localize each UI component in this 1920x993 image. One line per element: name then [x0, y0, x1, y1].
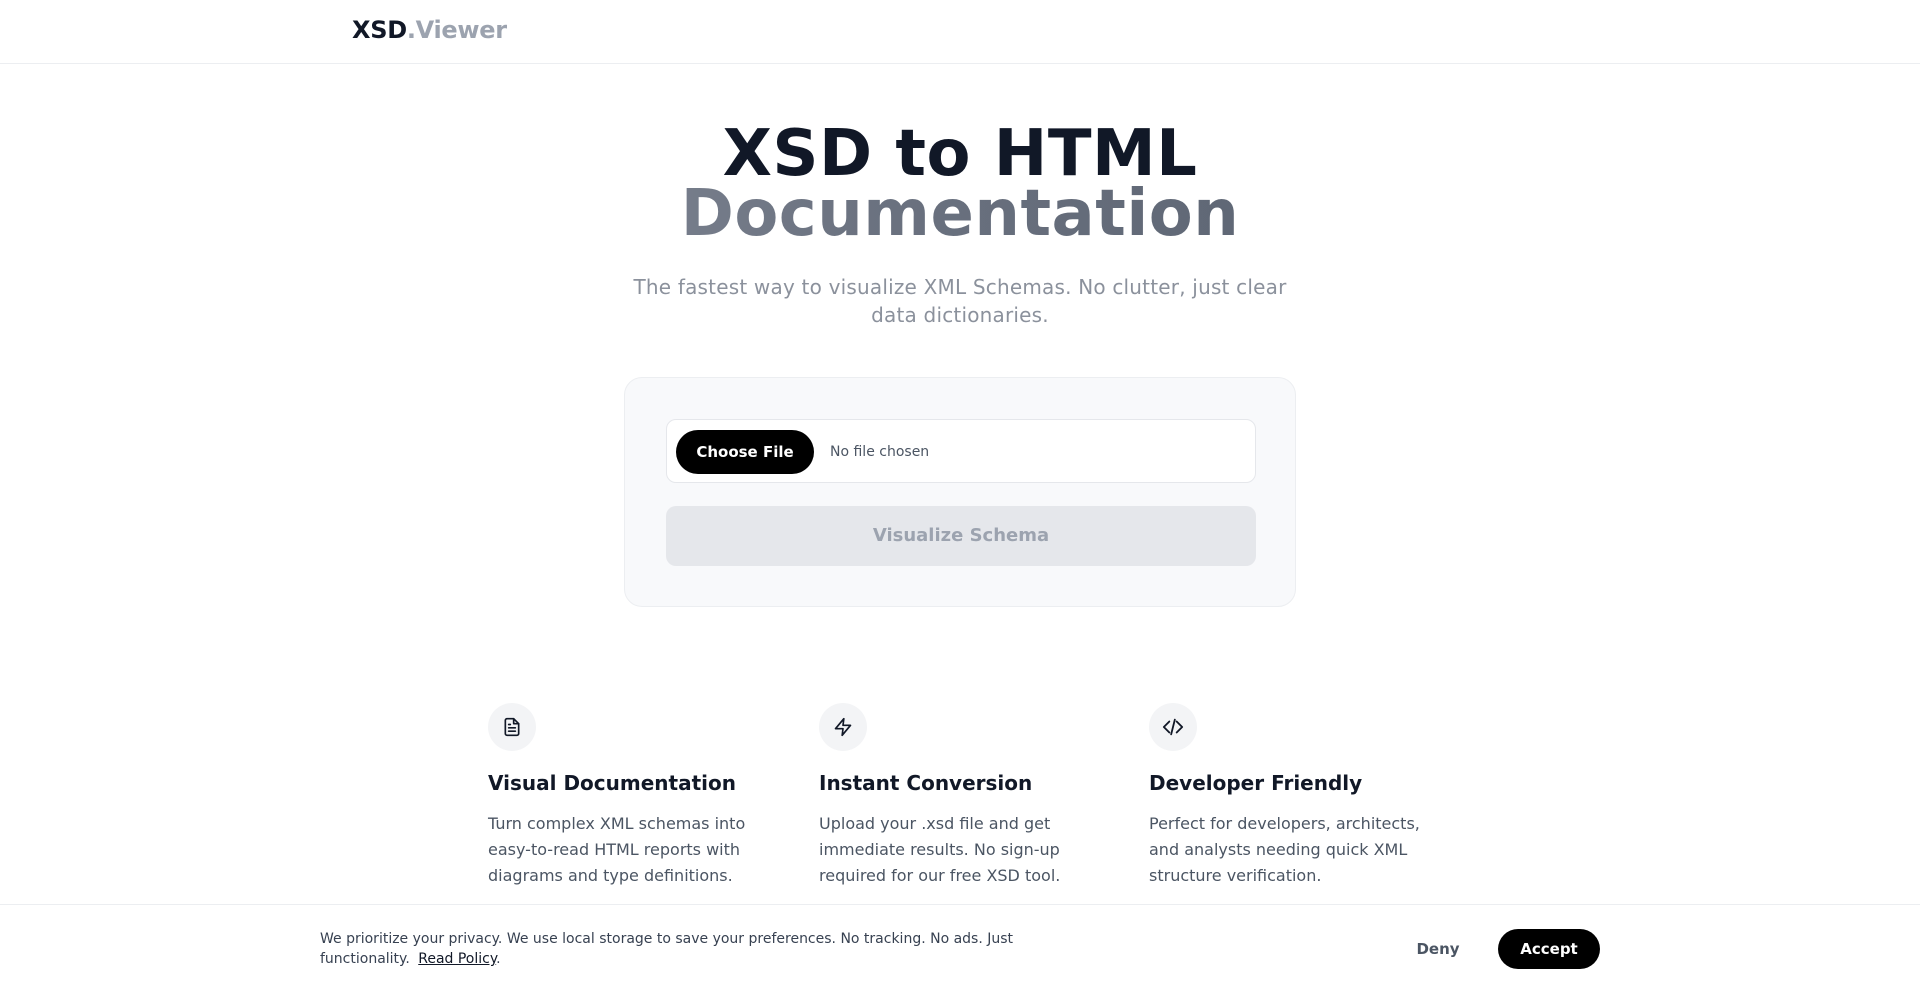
read-policy-link[interactable]: Read Policy	[418, 951, 496, 967]
cookie-message: We prioritize your privacy. We use local…	[320, 929, 1040, 969]
hero-title: XSD to HTML Documentation	[0, 117, 1920, 246]
hero-title-line1: XSD to HTML	[722, 117, 1198, 191]
feature-description: Upload your .xsd file and get immediate …	[819, 814, 1061, 885]
cookie-banner: We prioritize your privacy. We use local…	[0, 904, 1920, 993]
feature-icon-badge	[1149, 703, 1197, 751]
file-input[interactable]: Choose File No file chosen	[666, 419, 1256, 483]
logo-secondary-text: .Viewer	[406, 16, 507, 44]
file-text-icon	[504, 717, 520, 737]
file-status-text: No file chosen	[830, 444, 930, 460]
logo[interactable]: XSD.Viewer	[352, 16, 507, 44]
cookie-message-suffix: .	[496, 951, 501, 967]
choose-file-button[interactable]: Choose File	[676, 430, 814, 474]
feature-title: Visual Documentation	[488, 771, 736, 795]
deny-button[interactable]: Deny	[1400, 929, 1476, 969]
lightning-icon	[834, 717, 852, 737]
feature-instant-conversion: Instant Conversion Upload your .xsd file…	[819, 703, 1109, 889]
feature-visual-documentation: Visual Documentation Turn complex XML sc…	[488, 703, 778, 889]
logo-primary-text: XSD	[352, 16, 407, 44]
feature-title: Developer Friendly	[1149, 771, 1363, 795]
feature-icon-badge	[819, 703, 867, 751]
feature-description: Perfect for developers, architects, and …	[1149, 814, 1420, 885]
feature-title: Instant Conversion	[819, 771, 1033, 795]
hero-subtitle: The fastest way to visualize XML Schemas…	[633, 275, 1287, 327]
hero-title-line2: Documentation	[0, 182, 1920, 246]
visualize-schema-button[interactable]: Visualize Schema	[666, 506, 1256, 566]
site-header: XSD.Viewer	[0, 0, 1920, 64]
accept-button[interactable]: Accept	[1498, 929, 1600, 969]
feature-icon-badge	[488, 703, 536, 751]
code-icon	[1162, 718, 1184, 736]
upload-card: Choose File No file chosen Visualize Sch…	[624, 377, 1296, 607]
feature-developer-friendly: Developer Friendly Perfect for developer…	[1149, 703, 1439, 889]
feature-description: Turn complex XML schemas into easy-to-re…	[488, 814, 746, 885]
